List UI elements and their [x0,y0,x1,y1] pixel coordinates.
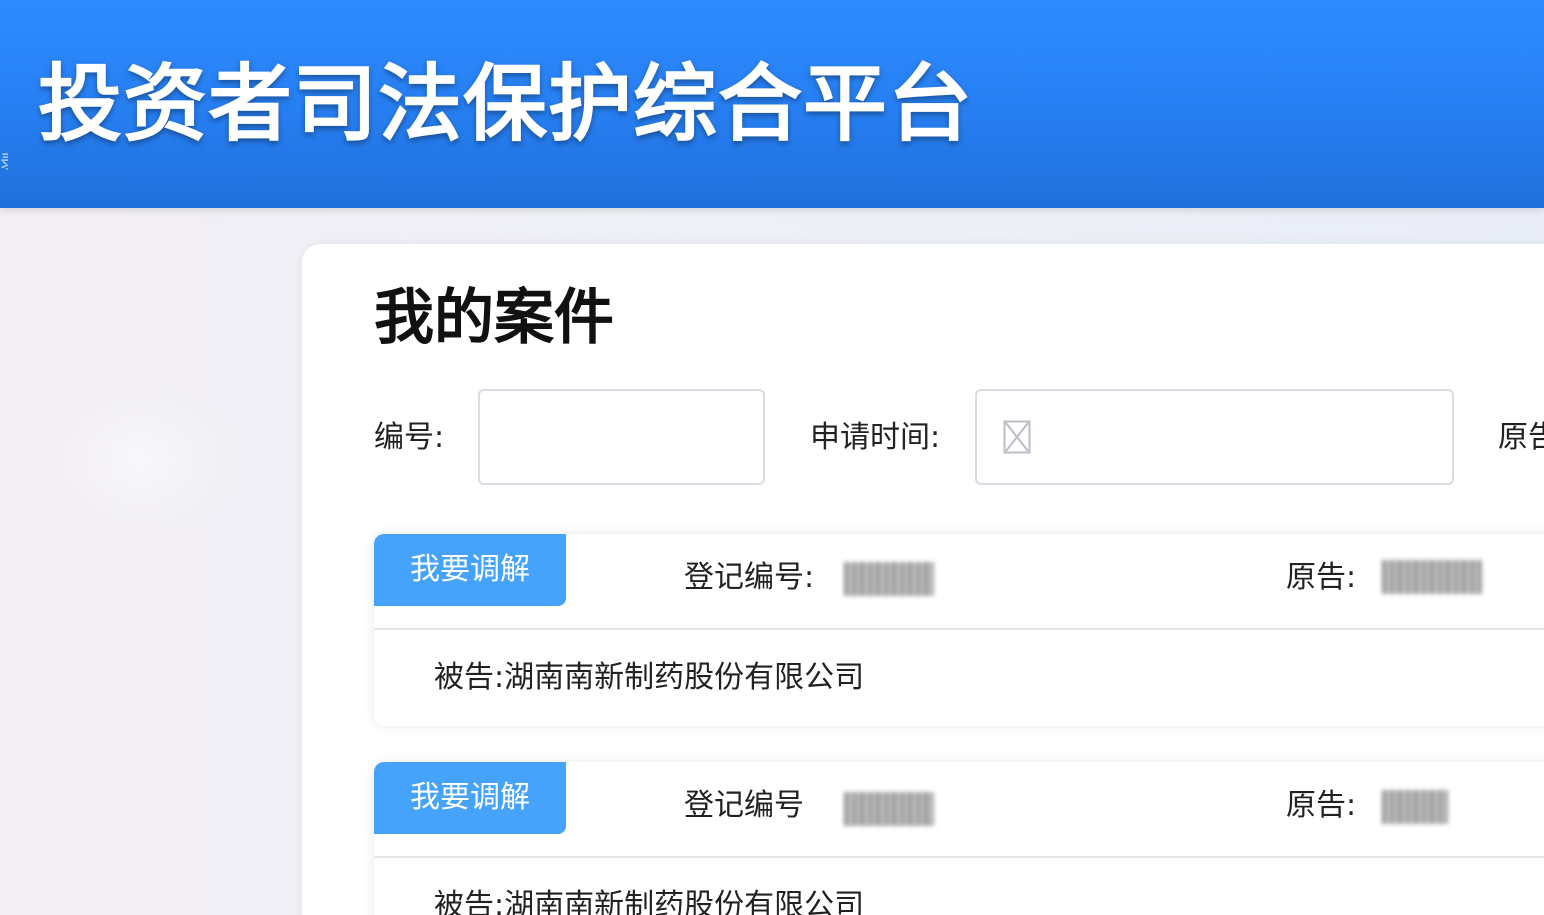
defendant-line: 被告:湖南南新制药股份有限公司 [434,658,864,698]
defendant-label: 被告: [434,660,505,695]
defendant-name: 湖南南新制药股份有限公司 [504,660,865,695]
defendant-label: 被告: [434,888,505,915]
case-card: 我要调解 登记编号: 原告: 被告:湖南南新制药股份有限公司 [374,534,1544,726]
apply-time-filter-label: 申请时间: [810,420,941,455]
case-card-header: 我要调解 登记编号 原告: [374,762,1544,858]
plaintiff-value-redacted [1382,790,1448,824]
plaintiff-label: 原告: [1286,788,1357,823]
calendar-placeholder-icon [1003,420,1031,454]
request-mediation-button[interactable]: 我要调解 [374,534,566,606]
registration-number-value-redacted [844,562,934,596]
registration-number-value-redacted [844,792,934,826]
page-title: 我的案件 [374,283,614,353]
plaintiff-filter-label: 原告 [1498,420,1544,455]
number-filter-label: 编号: [374,420,445,455]
platform-title: 投资者司法保护综合平台 [38,55,974,153]
app-header: 录 投资者司法保护综合平台 [0,0,1544,208]
registration-number-label: 登记编号: [684,560,815,595]
request-mediation-button[interactable]: 我要调解 [374,762,566,834]
sidebar-background [40,380,240,540]
cropped-edge-text: 录 [0,148,8,194]
plaintiff-label: 原告: [1286,560,1357,595]
plaintiff-value-redacted [1382,560,1482,594]
defendant-line: 被告:湖南南新制药股份有限公司 [434,886,864,915]
registration-number-label: 登记编号 [684,788,804,823]
case-card-header: 我要调解 登记编号: 原告: [374,534,1544,630]
case-card: 我要调解 登记编号 原告: 被告:湖南南新制药股份有限公司 [374,762,1544,915]
number-filter-input[interactable] [478,389,765,485]
defendant-name: 湖南南新制药股份有限公司 [504,888,865,915]
apply-time-date-picker[interactable] [975,389,1454,485]
